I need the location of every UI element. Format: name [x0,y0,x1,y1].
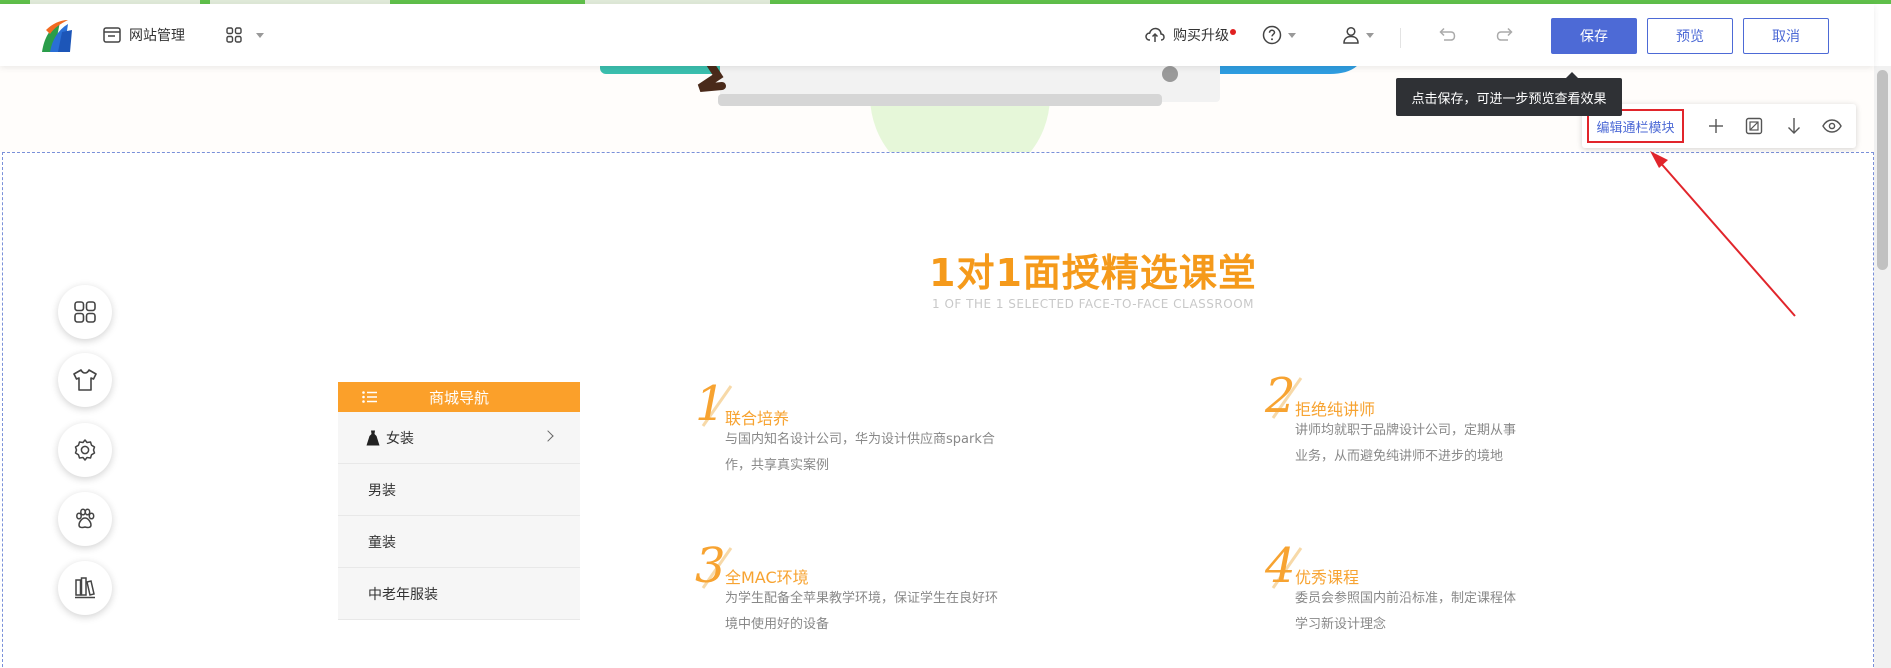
feature-item: 1 联合培养 与国内知名设计公司，华为设计供应商spark合 作，共享真实案例 [695,380,1025,480]
shop-nav-item[interactable]: 女装 [338,412,580,464]
feature-number: 4 [1265,538,1296,594]
feature-desc-line: 为学生配备全苹果教学环境，保证学生在良好环 [725,591,999,606]
shop-nav-item[interactable]: 中老年服装 [338,568,580,620]
help-icon [1262,25,1282,45]
site-manage-icon [103,27,121,43]
side-theme-button[interactable] [58,353,112,407]
cancel-button[interactable]: 取消 [1743,18,1829,54]
preview-button[interactable]: 预览 [1647,18,1733,54]
logo-icon [42,20,72,52]
feature-title: 拒绝纯讲师 [1295,400,1376,419]
vertical-scrollbar[interactable] [1874,66,1891,668]
shop-nav-title: 商城导航 [428,388,489,407]
chevron-down-icon [1366,32,1374,38]
site-manage-menu[interactable]: 网站管理 [103,22,185,48]
frame-icon [1745,117,1763,135]
section-title: 1对1面授精选课堂 [929,251,1257,295]
eye-icon [1822,119,1842,133]
module-style-button[interactable] [1744,116,1764,136]
dress-icon [366,430,380,445]
save-tooltip: 点击保存，可进一步预览查看效果 [1396,72,1622,116]
shop-nav-label: 童装 [368,534,396,551]
shop-nav-item[interactable]: 男装 [338,464,580,516]
feature-number: 1 [695,376,726,432]
feature-number: 2 [1265,368,1296,424]
editor-toolbar: 网站管理 购买升级 保存 预览 取消 [0,4,1874,66]
toolbar-divider [1400,28,1401,48]
move-down-button[interactable] [1784,116,1804,136]
undo-button[interactable] [1436,22,1464,48]
gear-icon [74,439,96,461]
feature-desc-line: 讲师均就职于品牌设计公司，定期从事 [1295,423,1517,438]
shop-nav-label: 男装 [368,482,396,499]
paw-icon [76,508,95,529]
feature-title: 全MAC环境 [725,568,809,587]
side-library-button[interactable] [58,561,112,615]
redo-icon [1496,27,1513,41]
chevron-down-icon [256,32,264,38]
feature-desc-line: 委员会参照国内前沿标准，制定课程体 [1295,591,1517,606]
arrow-down-icon [1788,118,1800,134]
user-icon [1343,26,1359,44]
shop-nav-header: 商城导航 [338,382,580,412]
apps-menu[interactable] [226,22,264,48]
list-icon [362,391,377,403]
side-settings-button[interactable] [58,423,112,477]
side-modules-button[interactable] [58,285,112,339]
feature-desc-line: 业务，从而避免纯讲师不进步的境地 [1295,449,1504,464]
notification-dot [1230,29,1236,35]
feature-item: 4 优秀课程 委员会参照国内前沿标准，制定课程体 学习新设计理念 [1265,542,1555,642]
help-menu[interactable] [1262,22,1296,48]
feature-desc-line: 学习新设计理念 [1295,617,1387,632]
upgrade-label: 购买升级 [1173,28,1229,44]
undo-icon [1439,27,1456,41]
feature-desc-line: 境中使用好的设备 [725,617,830,632]
chevron-right-icon [542,430,554,442]
upgrade-button[interactable]: 购买升级 [1145,22,1236,48]
feature-item: 3 全MAC环境 为学生配备全苹果教学环境，保证学生在良好环 境中使用好的设备 [695,542,1025,642]
shirt-icon [73,369,97,391]
site-manage-label: 网站管理 [129,28,185,44]
plus-icon [1709,119,1723,133]
chevron-down-icon [1288,32,1296,38]
grid-icon [226,27,242,43]
redo-button[interactable] [1496,22,1524,48]
feature-desc-line: 作，共享真实案例 [725,458,830,473]
feature-desc-line: 与国内知名设计公司，华为设计供应商spark合 [725,432,995,447]
module-action-bar: 编辑通栏模块 [1582,104,1856,148]
section-subtitle: 1 OF THE 1 SELECTED FACE-TO-FACE CLASSRO… [932,297,1254,311]
shop-nav-label: 女装 [386,430,414,447]
feature-title: 联合培养 [725,409,790,428]
page: 网站管理 购买升级 保存 预览 取消 1对1面授精选课堂 1 OF THE 1 … [0,0,1891,668]
feature-title: 优秀课程 [1295,568,1360,587]
shop-nav-label: 中老年服装 [368,586,438,603]
feature-item: 2 拒绝纯讲师 讲师均就职于品牌设计公司，定期从事 业务，从而避免纯讲师不进步的… [1265,372,1555,472]
user-menu[interactable] [1342,22,1374,48]
add-module-button[interactable] [1706,116,1726,136]
save-button[interactable]: 保存 [1551,18,1637,54]
books-icon [75,577,95,599]
shop-nav-item[interactable]: 童装 [338,516,580,568]
feature-number: 3 [695,538,726,594]
cloud-upload-icon [1145,27,1165,42]
side-pet-button[interactable] [58,492,112,546]
upgrade-label-wrap: 购买升级 [1173,25,1236,45]
scrollbar-thumb[interactable] [1877,70,1888,270]
grid-icon [74,301,96,323]
toggle-visibility-button[interactable] [1822,116,1842,136]
